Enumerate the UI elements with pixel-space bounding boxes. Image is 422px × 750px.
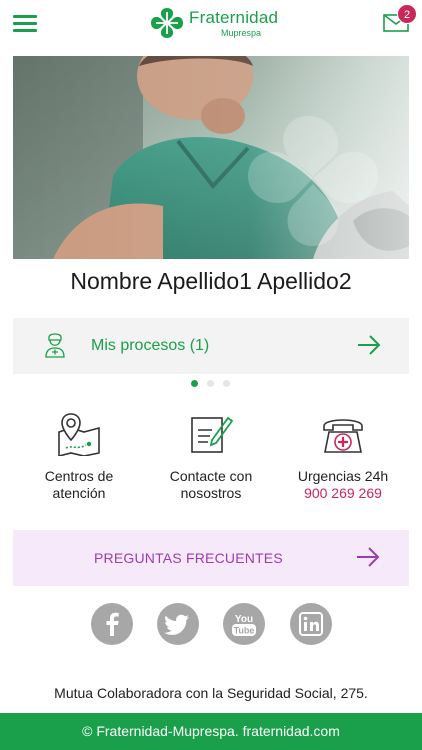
twitter-icon[interactable]: [157, 603, 199, 645]
arrow-right-icon: [357, 547, 380, 567]
youtube-icon[interactable]: You Tube: [223, 603, 265, 645]
contacte-label-2: nosostros: [180, 485, 242, 501]
centros-label-2: atención: [52, 485, 106, 501]
urgencias-button[interactable]: Urgencias 24h 900 269 269: [273, 412, 413, 502]
carousel-dot[interactable]: [191, 380, 198, 387]
hero-photo: [13, 56, 409, 259]
svg-text:You: You: [235, 614, 253, 625]
mutua-footer-text: Mutua Colaboradora con la Seguridad Soci…: [54, 685, 368, 701]
map-pin-icon: [58, 413, 100, 456]
brand-logo: Fraternidad Muprespa: [147, 6, 282, 40]
arrow-right-icon: [358, 335, 381, 355]
copyright-bar[interactable]: © Fraternidad-Muprespa. fraternidad.com: [0, 713, 422, 750]
mis-procesos-label: Mis procesos (1): [91, 337, 210, 354]
contacte-button[interactable]: Contacte con nosostros: [141, 412, 281, 502]
contacte-label-1: Contacte con: [169, 468, 253, 484]
centros-atencion-button[interactable]: Centros de atención: [9, 412, 149, 502]
facebook-icon[interactable]: [91, 603, 133, 645]
linkedin-icon[interactable]: [290, 603, 332, 645]
carousel-dot[interactable]: [207, 380, 214, 387]
phone-cross-icon: [323, 419, 363, 453]
edit-form-icon: [191, 416, 234, 453]
app-header: Fraternidad Muprespa 2: [0, 0, 422, 50]
carousel-dot[interactable]: [223, 380, 230, 387]
brand-name: Fraternidad: [189, 8, 279, 27]
preguntas-frecuentes-card[interactable]: PREGUNTAS FRECUENTES: [13, 530, 409, 586]
urgencias-label: Urgencias 24h: [297, 468, 389, 484]
nurse-icon: [45, 333, 65, 358]
clover-logo-icon: [151, 8, 183, 38]
centros-label-1: Centros de: [44, 468, 114, 484]
urgencias-phone[interactable]: 900 269 269: [273, 485, 413, 502]
mis-procesos-card[interactable]: Mis procesos (1): [13, 318, 409, 374]
hero-image: [13, 56, 409, 259]
faq-label: PREGUNTAS FRECUENTES: [94, 550, 283, 566]
mail-count-badge: 2: [397, 4, 417, 24]
svg-text:Tube: Tube: [234, 626, 255, 636]
brand-subtitle: Muprespa: [221, 28, 262, 38]
carousel-indicator: [189, 380, 233, 388]
user-full-name: Nombre Apellido1 Apellido2: [70, 268, 352, 294]
menu-icon[interactable]: [13, 13, 37, 33]
